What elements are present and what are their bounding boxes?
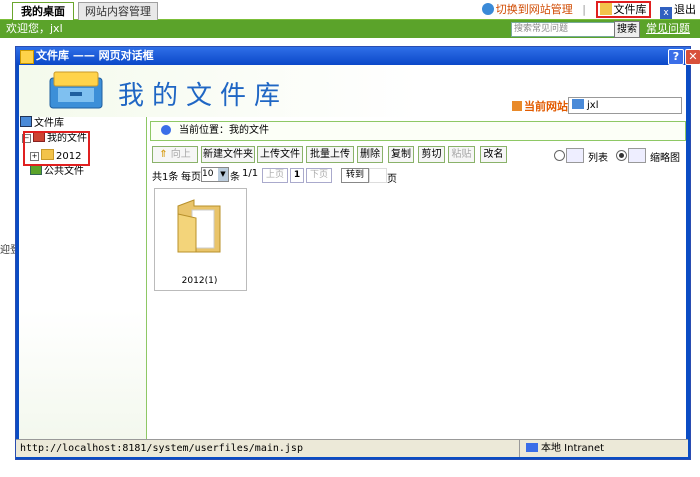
goto-page-input[interactable] — [369, 168, 387, 183]
computer-icon — [526, 443, 538, 452]
total-count: 共1条 — [152, 172, 179, 183]
up-button[interactable]: ⇑ 向上 — [152, 146, 198, 163]
copy-button[interactable]: 复制 — [388, 146, 414, 163]
rename-button[interactable]: 改名 — [480, 146, 507, 163]
separator: | — [582, 3, 586, 16]
tab-my-desktop[interactable]: 我的桌面 — [12, 2, 74, 20]
banner-title: 我的文件库 — [118, 81, 289, 111]
thumbnail-view-icon[interactable] — [628, 148, 646, 163]
dialog-icon — [20, 50, 34, 64]
list-view-radio[interactable] — [554, 150, 565, 161]
current-site-select[interactable]: jxl — [568, 97, 682, 114]
highlight-box — [23, 131, 90, 166]
thumbnail-view-radio[interactable] — [616, 150, 627, 161]
faq-search-input[interactable]: 搜索常见问题 — [511, 22, 615, 37]
per-page-unit: 条 — [230, 172, 240, 183]
per-page-label: 每页 — [181, 172, 201, 183]
tree-root[interactable]: 文件库 — [20, 116, 64, 130]
new-folder-button[interactable]: 新建文件夹 — [201, 146, 255, 163]
logout-link[interactable]: x 退出 — [660, 1, 696, 19]
folder-icon — [177, 199, 221, 253]
top-links: 切换到网站管理 | 文件库 x 退出 — [476, 1, 696, 19]
page-suffix: 页 — [387, 174, 397, 185]
tree-item-public[interactable]: 公共文件 — [30, 164, 84, 178]
list-view-icon[interactable] — [566, 148, 584, 163]
thumbnail-view-label: 缩略图 — [650, 153, 680, 164]
folder-icon — [599, 3, 612, 15]
status-url: http://localhost:8181/system/userfiles/m… — [20, 443, 303, 454]
file-cabinet-icon — [49, 71, 103, 109]
search-button[interactable]: 搜索 — [614, 21, 640, 38]
network-icon — [572, 99, 584, 109]
file-card-label: 2012(1) — [181, 276, 218, 286]
list-view-label: 列表 — [588, 153, 608, 164]
status-bar: http://localhost:8181/system/userfiles/m… — [16, 439, 688, 457]
per-page-select[interactable]: 10 ▼ — [201, 167, 229, 182]
current-site-label: 当前网站: — [512, 98, 572, 114]
next-page-button[interactable]: 下页 — [306, 168, 332, 183]
cut-button[interactable]: 剪切 — [418, 146, 445, 163]
location-icon — [161, 125, 171, 135]
switch-site-link[interactable]: 切换到网站管理 — [481, 1, 573, 18]
close-icon: x — [660, 7, 672, 19]
welcome-text: 欢迎您，jxl — [6, 22, 63, 35]
page-count: 1/1 — [242, 168, 259, 179]
goto-button[interactable]: 转到 — [341, 168, 369, 183]
library-icon — [20, 116, 32, 127]
paste-button[interactable]: 粘贴 — [448, 146, 475, 163]
upload-button[interactable]: 上传文件 — [257, 146, 303, 163]
security-zone: 本地 Intranet — [519, 440, 686, 457]
faq-link[interactable]: 常见问题 — [646, 20, 690, 38]
close-button[interactable]: ✕ — [685, 49, 700, 65]
dialog-titlebar[interactable]: 文件库 —— 网页对话框 ? ✕ — [16, 47, 700, 65]
chevron-down-icon: ▼ — [218, 168, 228, 181]
globe-icon — [481, 3, 494, 15]
site-icon — [512, 101, 522, 111]
tab-site-content-mgmt[interactable]: 网站内容管理 — [78, 2, 158, 20]
delete-button[interactable]: 删除 — [357, 146, 383, 163]
up-arrow-icon: ⇑ — [159, 149, 168, 160]
help-button[interactable]: ? — [668, 49, 684, 65]
file-library-link[interactable]: 文件库 — [595, 1, 651, 18]
current-page[interactable]: 1 — [290, 168, 304, 183]
breadcrumb: 当前位置：我的文件 — [150, 121, 686, 141]
batch-upload-button[interactable]: 批量上传 — [306, 146, 354, 163]
dialog-title: 文件库 —— 网页对话框 — [36, 49, 154, 62]
prev-page-button[interactable]: 上页 — [262, 168, 288, 183]
